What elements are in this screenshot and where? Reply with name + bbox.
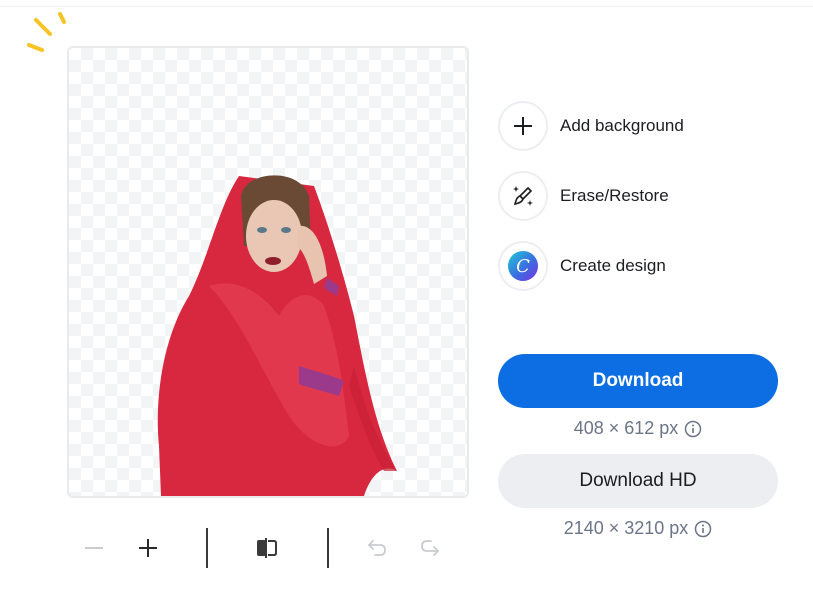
minus-icon [85,547,103,549]
erase-restore-button[interactable]: Erase/Restore [498,171,669,221]
erase-restore-icon-wrap [498,171,548,221]
add-background-label: Add background [560,116,684,135]
sparkle-icon [27,12,66,52]
info-icon[interactable] [694,520,712,538]
canva-logo-icon: C [508,251,538,281]
download-size-text: 408 × 612 px [573,418,679,438]
plus-icon [514,117,532,135]
add-background-button[interactable]: Add background [498,101,684,151]
plus-icon [139,539,157,557]
info-icon[interactable] [684,420,702,438]
download-size: 408 × 612 px [498,418,778,439]
download-hd-size-text: 2140 × 3210 px [563,518,689,538]
download-hd-size: 2140 × 3210 px [498,518,778,539]
subject-image [157,175,397,496]
svg-text:C: C [516,256,530,277]
undo-button[interactable] [359,530,395,566]
redo-button[interactable] [412,530,448,566]
undo-icon [368,540,386,556]
zoom-out-button[interactable] [76,530,112,566]
download-button[interactable]: Download [498,354,778,408]
magic-brush-icon [513,186,533,206]
toolbar-divider [206,528,208,568]
toolbar-divider [327,528,329,568]
download-hd-button[interactable]: Download HD [498,454,778,508]
top-border [0,0,813,7]
create-design-button[interactable]: C Create design [498,241,666,291]
preview-toolbar [72,520,462,576]
image-preview[interactable] [67,46,469,498]
zoom-in-button[interactable] [130,530,166,566]
create-design-label: Create design [560,256,666,275]
compare-button[interactable] [249,530,285,566]
erase-restore-label: Erase/Restore [560,186,669,205]
redo-icon [421,540,439,556]
compare-icon [257,538,277,558]
add-background-icon-wrap [498,101,548,151]
create-design-icon-wrap: C [498,241,548,291]
